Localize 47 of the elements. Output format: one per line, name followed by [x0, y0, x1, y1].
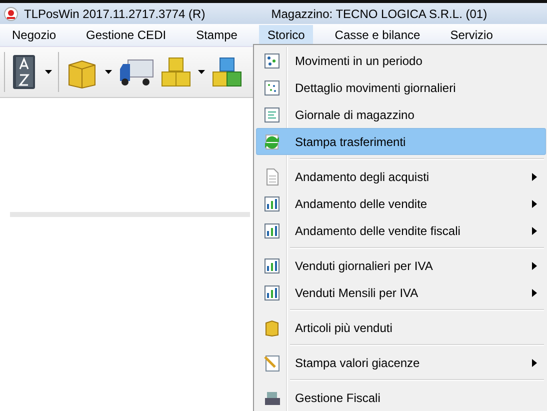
truck-icon[interactable] — [118, 57, 154, 87]
menu-item-label: Andamento degli acquisti — [295, 170, 430, 184]
window-title: TLPosWin 2017.11.2717.3774 (R) — [24, 6, 206, 20]
menu-item-label: Stampa trasferimenti — [295, 134, 407, 148]
menu-item[interactable]: Movimenti in un periodo — [256, 47, 546, 74]
menu-item[interactable]: Andamento delle vendite — [256, 190, 546, 217]
menu-item-label: Movimenti in un periodo — [295, 54, 424, 68]
cubes-icon[interactable] — [160, 56, 192, 88]
list-icon — [263, 106, 281, 124]
menu-bar-item[interactable]: Casse e bilance — [326, 25, 428, 45]
menu-item[interactable]: Gestione Fiscali — [256, 384, 546, 411]
bar-chart-icon — [263, 222, 281, 240]
menu-bar-item[interactable]: Stampe — [188, 25, 246, 45]
bar-chart-icon — [263, 284, 281, 302]
menu-item[interactable]: Giornale di magazzino — [256, 101, 546, 128]
menu-item[interactable]: Dettaglio movimenti giornalieri — [256, 74, 546, 101]
app-logo-icon — [4, 6, 18, 20]
menu-item[interactable]: Stampa valori giacenze — [256, 349, 546, 376]
dropdown-arrow-icon[interactable] — [198, 70, 205, 74]
menu-item-label: Andamento delle vendite fiscali — [295, 224, 462, 238]
window-subtitle: Magazzino: TECNO LOGICA S.R.L. (01) — [271, 6, 488, 20]
menu-item-label: Articoli più venduti — [295, 320, 394, 334]
refresh-icon — [263, 132, 281, 150]
bar-chart-icon — [263, 194, 281, 212]
menu-bar-item[interactable]: Negozio — [4, 25, 64, 45]
chart-icon — [263, 52, 281, 70]
menu-item[interactable]: Andamento degli acquisti — [256, 163, 546, 190]
menu-item[interactable]: Articoli più venduti — [256, 314, 546, 341]
menu-item-label: Stampa valori giacenze — [295, 356, 421, 370]
menu-item-label: Andamento delle vendite — [295, 196, 428, 210]
menu-bar-item[interactable]: Storico — [259, 25, 313, 45]
menu-bar-item[interactable]: Servizio — [442, 25, 501, 45]
cubes-icon[interactable] — [211, 56, 243, 88]
menu-item-label: Giornale di magazzino — [295, 108, 416, 122]
menu-item[interactable]: Venduti Mensili per IVA — [256, 279, 546, 306]
dropdown-arrow-icon[interactable] — [105, 70, 112, 74]
menu-item-label: Dettaglio movimenti giornalieri — [295, 80, 457, 94]
menu-item-label: Gestione Fiscali — [295, 390, 382, 404]
chart-icon — [263, 78, 281, 96]
bar-chart-icon — [263, 256, 281, 274]
menu-item-label: Venduti giornalieri per IVA — [295, 258, 434, 272]
menu-item[interactable]: Venduti giornalieri per IVA — [256, 252, 546, 279]
menu-bar-item[interactable]: Gestione CEDI — [78, 25, 174, 45]
dropdown-arrow-icon[interactable] — [45, 70, 52, 74]
menu-item[interactable]: Stampa trasferimenti — [256, 128, 546, 155]
menu-item[interactable]: Andamento delle vendite fiscali — [256, 217, 546, 244]
menu-item-label: Venduti Mensili per IVA — [295, 286, 420, 300]
